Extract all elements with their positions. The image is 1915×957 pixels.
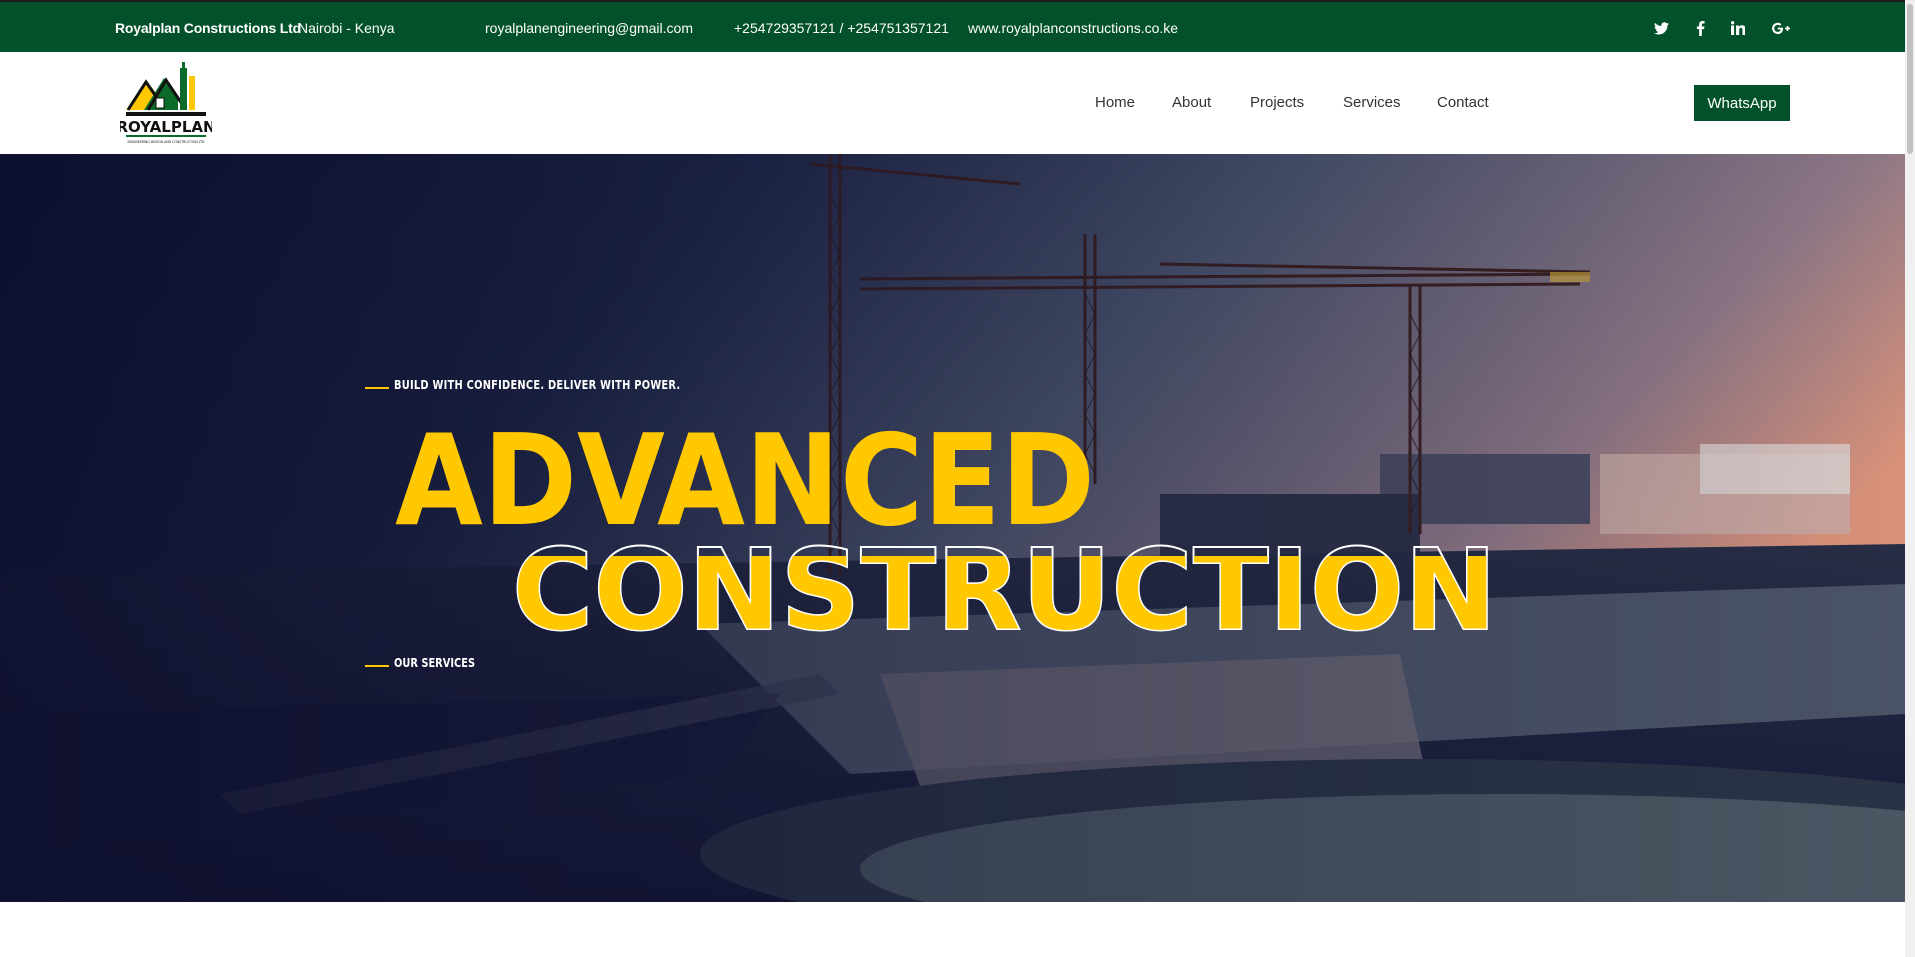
royalplan-logo[interactable]: ROYALPLAN ENGINEERING DESIGN AND CONSTRU… [116, 58, 216, 150]
nav-about[interactable]: About [1172, 94, 1211, 111]
website-link[interactable]: www.royalplanconstructions.co.ke [968, 20, 1178, 36]
twitter-icon[interactable] [1649, 16, 1673, 40]
site-header: ROYALPLAN ENGINEERING DESIGN AND CONSTRU… [0, 52, 1905, 154]
our-services-link[interactable]: OUR SERVICES [394, 656, 475, 670]
facebook-icon[interactable] [1688, 16, 1712, 40]
nav-home[interactable]: Home [1095, 94, 1135, 111]
contact-phone-link[interactable]: +254729357121 / +254751357121 [734, 20, 949, 36]
nav-contact[interactable]: Contact [1437, 94, 1489, 111]
company-name: Royalplan Constructions Ltd [115, 20, 301, 36]
logo-text: ROYALPLAN [120, 118, 212, 136]
google-plus-icon[interactable] [1769, 16, 1793, 40]
services-accent-line [365, 665, 389, 667]
linkedin-icon[interactable] [1726, 16, 1750, 40]
whatsapp-button[interactable]: WhatsApp [1694, 85, 1790, 121]
logo-subtext: ENGINEERING DESIGN AND CONSTRUCTION LTD [128, 140, 206, 144]
hero-title: ADVANCED CONSTRUCTION CONSTRUCTION [395, 407, 1498, 657]
top-info-bar: Royalplan Constructions Ltd Nairobi - Ke… [0, 0, 1905, 52]
page-scrollbar[interactable] [1905, 0, 1915, 957]
scrollbar-thumb[interactable] [1907, 4, 1913, 154]
nav-projects[interactable]: Projects [1250, 94, 1304, 111]
nav-services[interactable]: Services [1343, 94, 1401, 111]
company-location: Nairobi - Kenya [298, 20, 395, 36]
contact-email-link[interactable]: royalplanengineering@gmail.com [485, 20, 693, 36]
hero-section: BUILD WITH CONFIDENCE. DELIVER WITH POWE… [0, 154, 1905, 902]
